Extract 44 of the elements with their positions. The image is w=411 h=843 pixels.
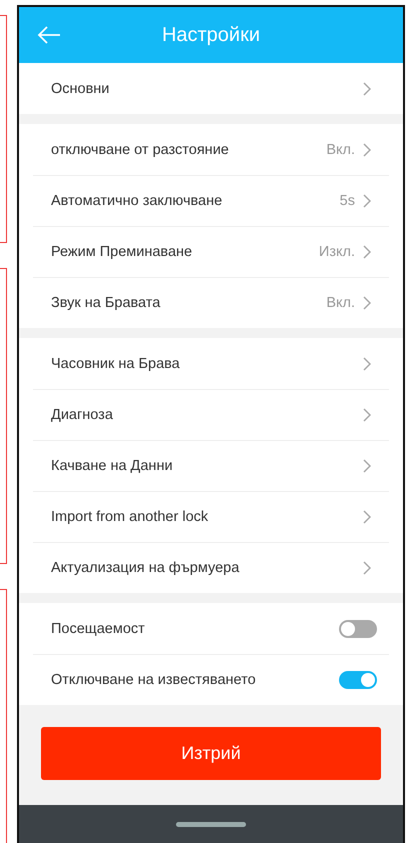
chevron-icon [363, 194, 371, 208]
chevron-icon [363, 244, 371, 258]
setting-label: Посещаемост [51, 620, 146, 636]
setting-value: Вкл. [326, 142, 355, 158]
settings-row[interactable]: Качване на Данни [19, 440, 403, 491]
chevron-icon [363, 296, 371, 310]
settings-row[interactable]: Автоматично заключване 5s [19, 175, 403, 226]
toggle-switch[interactable] [339, 620, 377, 638]
chevron-icon [363, 408, 371, 422]
settings-row[interactable]: Диагноза [19, 389, 403, 440]
settings-row[interactable]: Режим Преминаване Изкл. [19, 226, 403, 277]
toggle-switch[interactable] [339, 670, 377, 688]
setting-label: Основни [51, 80, 110, 96]
settings-row[interactable]: Основни [19, 63, 403, 114]
setting-value: 5s [340, 192, 355, 208]
chevron-icon [363, 356, 371, 370]
setting-value: Изкл. [318, 244, 355, 260]
setting-label: Import from another lock [51, 508, 210, 524]
setting-label: Качване на Данни [51, 458, 174, 474]
setting-label: отключване от разстояние [51, 142, 230, 158]
home-indicator[interactable] [176, 822, 246, 826]
chevron-icon [363, 560, 371, 574]
chevron-icon [363, 458, 371, 472]
setting-label: Режим Преминаване [51, 244, 194, 260]
back-arrow-icon[interactable] [37, 25, 61, 45]
settings-row[interactable]: Часовник на Брава [19, 338, 403, 389]
settings-row[interactable]: Посещаемост [19, 603, 403, 654]
setting-label: Звук на Бравата [51, 294, 162, 310]
chevron-icon [363, 510, 371, 524]
chevron-icon [363, 82, 371, 96]
setting-label: Отключване на известяването [51, 672, 257, 688]
settings-row[interactable]: Звук на Бравата Вкл. [19, 277, 403, 328]
settings-row[interactable]: Import from another lock [19, 491, 403, 542]
settings-row[interactable]: Отключване на известяването [19, 654, 403, 705]
settings-row[interactable]: отключване от разстояние Вкл. [19, 124, 403, 175]
delete-button[interactable]: Изтрий [41, 727, 381, 780]
setting-label: Автоматично заключване [51, 192, 224, 208]
settings-row[interactable]: Актуализация на фърмуера [19, 542, 403, 593]
setting-value: Вкл. [326, 294, 355, 310]
screen-title: Настройки [162, 24, 260, 46]
setting-label: Диагноза [51, 406, 114, 422]
setting-label: Часовник на Брава [51, 356, 181, 372]
setting-label: Актуализация на фърмуера [51, 560, 240, 576]
chevron-icon [363, 142, 371, 156]
